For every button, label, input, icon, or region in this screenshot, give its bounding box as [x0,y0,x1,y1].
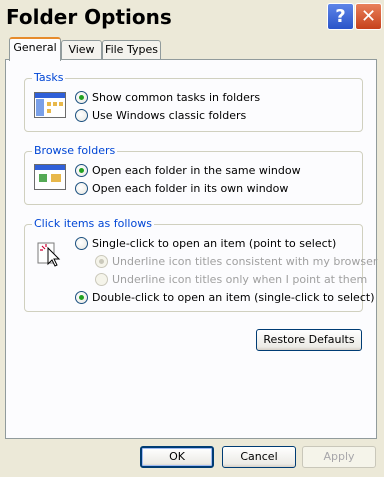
help-icon: ? [335,6,346,27]
double-click-radio[interactable] [75,291,88,304]
tab-label: File Types [105,43,158,56]
own-window-radio[interactable] [75,182,88,195]
browse-folders-icon [34,164,66,190]
tab-label: General [13,41,57,54]
same-window-label[interactable]: Open each folder in the same window [92,164,301,178]
tab-label: View [68,43,95,56]
browse-folders-group [24,151,363,205]
click-items-legend: Click items as follows [32,217,154,231]
window-title: Folder Options [6,5,172,29]
show-common-tasks-radio[interactable] [75,91,88,104]
apply-button: Apply [302,446,376,468]
classic-folders-label[interactable]: Use Windows classic folders [92,109,246,123]
tasks-legend: Tasks [32,71,66,85]
underline-browser-radio [95,255,108,268]
cancel-button[interactable]: Cancel [222,446,296,468]
title-bar[interactable]: Folder Options ? ✕ [0,0,384,35]
underline-browser-label: Underline icon titles consistent with my… [112,255,378,268]
help-button[interactable]: ? [327,3,354,30]
single-click-radio[interactable] [75,237,88,250]
underline-point-label: Underline icon titles only when I point … [112,273,368,286]
single-click-label[interactable]: Single-click to open an item (point to s… [92,237,336,251]
classic-folders-radio[interactable] [75,109,88,122]
same-window-radio[interactable] [75,164,88,177]
folder-tasks-icon [34,92,66,118]
tab-file-types[interactable]: File Types [102,40,161,60]
tab-view[interactable]: View [61,40,102,60]
ok-button[interactable]: OK [140,446,214,468]
browse-folders-legend: Browse folders [32,144,118,158]
restore-defaults-button[interactable]: Restore Defaults [256,329,362,351]
close-icon: ✕ [360,6,377,27]
close-button[interactable]: ✕ [355,3,382,30]
pointer-click-icon [34,240,64,268]
own-window-label[interactable]: Open each folder in its own window [92,182,288,196]
tasks-group [24,78,363,132]
underline-point-radio [95,273,108,286]
tab-general[interactable]: General [9,37,61,61]
show-common-tasks-label[interactable]: Show common tasks in folders [92,91,260,105]
double-click-label[interactable]: Double-click to open an item (single-cli… [92,291,374,305]
